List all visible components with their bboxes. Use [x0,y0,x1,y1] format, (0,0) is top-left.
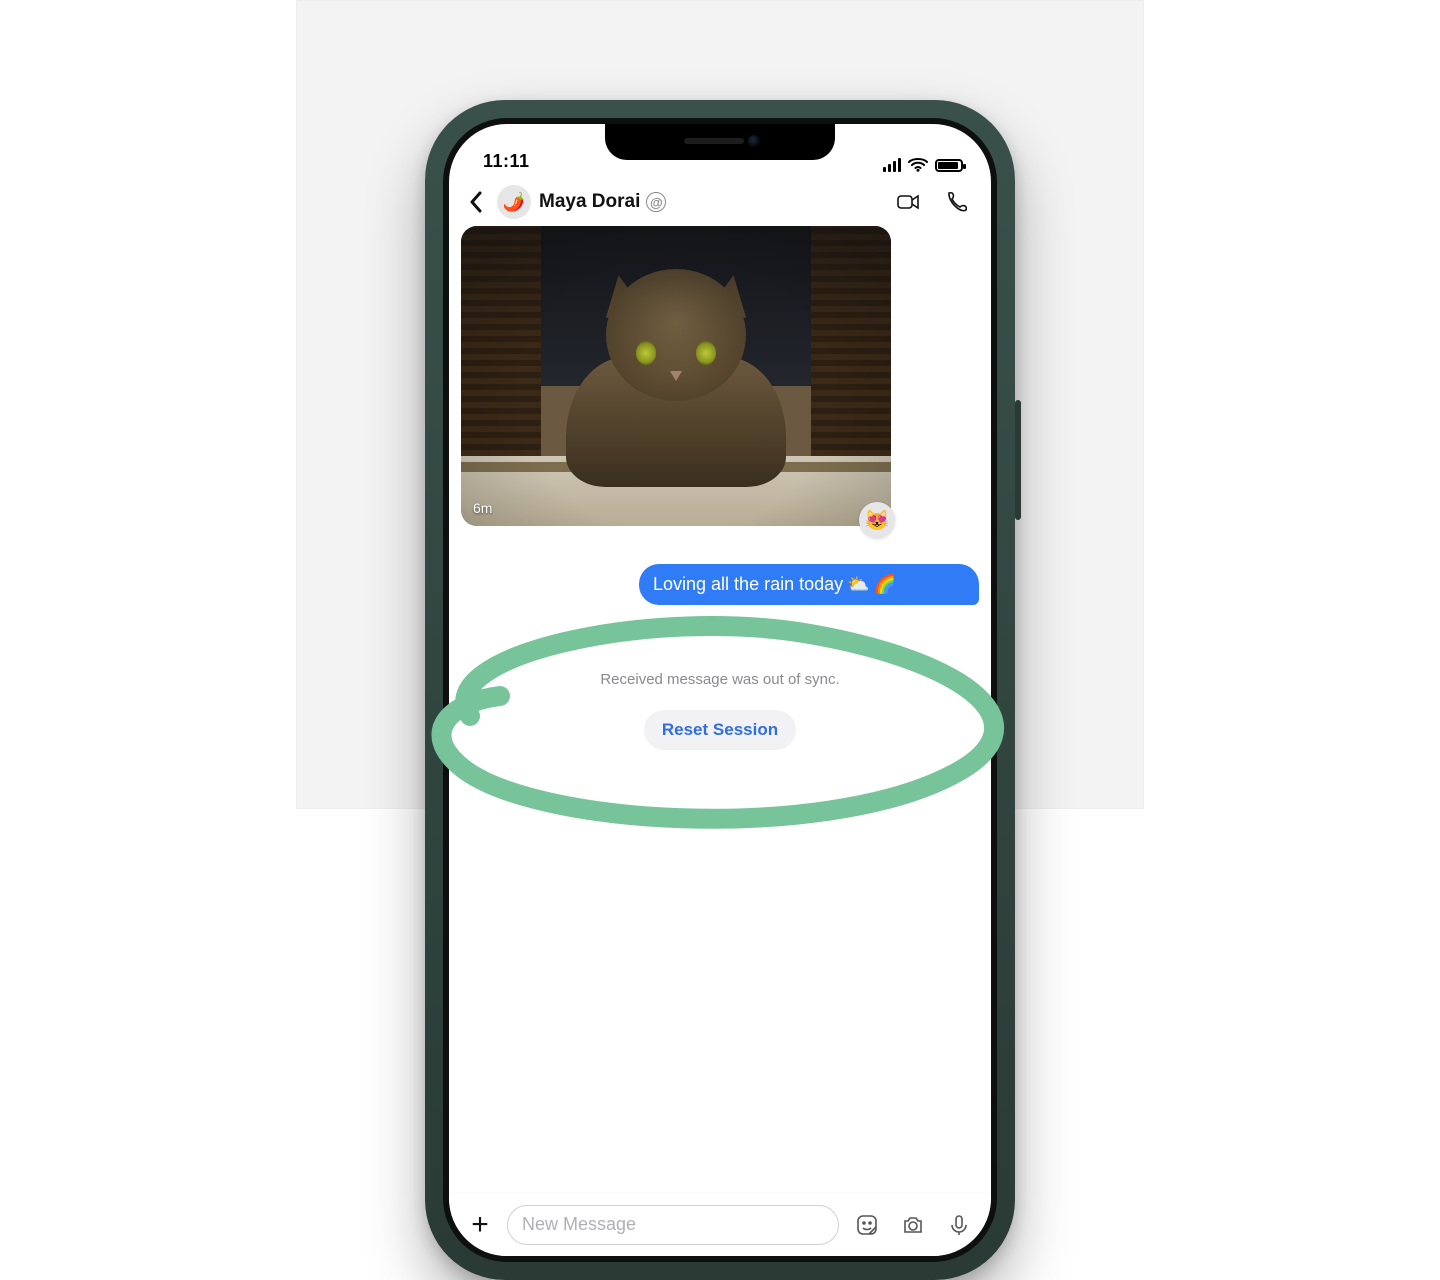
reset-session-button[interactable]: Reset Session [644,710,796,750]
conversation-header: 🌶️ Maya Dorai @ [449,178,991,226]
sticker-button[interactable] [849,1207,885,1243]
system-message: Received message was out of sync. [461,671,979,688]
microphone-button[interactable] [941,1207,977,1243]
phone-screen: 11:11 🌶️ Maya Dorai @ [449,124,991,1256]
status-time: 11:11 [483,151,530,172]
message-thread[interactable]: 6m 😻 Loving all the rain today ⛅ 🌈 Recei… [449,226,991,750]
incoming-photo-message[interactable]: 6m [461,226,891,526]
avatar-emoji: 🌶️ [503,192,525,213]
signal-icon [883,158,901,172]
phone-frame: 11:11 🌶️ Maya Dorai @ [425,100,1015,1280]
figure-stage: 11:11 🌶️ Maya Dorai @ [296,0,1144,809]
message-input[interactable]: New Message [507,1205,839,1245]
phone-bezel: 11:11 🌶️ Maya Dorai @ [443,118,997,1262]
rainbow-emoji-icon: 🌈 [874,574,896,595]
audio-call-button[interactable] [937,182,977,222]
weather-emoji-icon: ⛅ [847,574,869,595]
message-timestamp: 6m [473,500,492,516]
message-composer: + New Message [449,1192,991,1256]
avatar[interactable]: 🌶️ [497,185,531,219]
reaction-badge[interactable]: 😻 [859,502,895,538]
outgoing-message-bubble[interactable]: Loving all the rain today ⛅ 🌈 [639,564,979,605]
back-button[interactable] [463,189,489,215]
reaction-emoji: 😻 [865,508,890,533]
attach-button[interactable]: + [463,1208,497,1242]
camera-button[interactable] [895,1207,931,1243]
contact-name[interactable]: Maya Dorai [539,191,640,213]
message-placeholder: New Message [522,1214,636,1235]
wifi-icon [908,158,928,172]
battery-icon [935,159,963,172]
phone-notch [605,124,835,160]
video-call-button[interactable] [889,182,929,222]
mention-badge-icon: @ [646,192,666,212]
outgoing-message-text: Loving all the rain today [653,574,843,595]
